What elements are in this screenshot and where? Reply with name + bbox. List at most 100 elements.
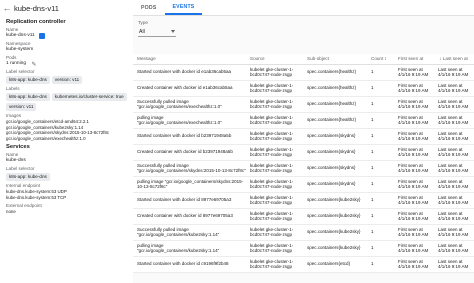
- message-cell: Started container with docker id b239719…: [133, 128, 246, 145]
- table-row: Created container with docker id e1ab36c…: [133, 80, 474, 97]
- table-row: Started container with docker id e1ab36c…: [133, 64, 474, 81]
- details-panel: ← kube-dns-v11 Replication controller Na…: [0, 0, 133, 283]
- sort-icon: ↕: [384, 55, 387, 62]
- message-cell: pulling image "gcr.io/google_containers/…: [133, 176, 246, 193]
- message-cell: Successfully pulled image "gcr.io/google…: [133, 224, 246, 241]
- message-cell: pulling image "gcr.io/google_containers/…: [133, 240, 246, 257]
- source-cell: kubelet gke-cluster-1-bcd0c747-node-zsgp: [246, 240, 303, 257]
- name-value: kube-dns-v11: [6, 33, 35, 38]
- first-seen-cell: First seen at 4/1/16 9:19 AM: [394, 160, 434, 177]
- source-cell: kubelet gke-cluster-1-bcd0c747-node-zsgp: [246, 96, 303, 113]
- last-seen-cell: Last seen at 4/1/16 9:19 AM: [434, 160, 474, 177]
- last-seen-cell: Last seen at 4/1/16 9:19 AM: [434, 96, 474, 113]
- events-table: Message Source Sub-object Count↕ First s…: [133, 54, 474, 273]
- table-row: pulling image "gcr.io/google_containers/…: [133, 240, 474, 257]
- message-cell: Successfully pulled image "gcr.io/google…: [133, 160, 246, 177]
- source-cell: kubelet gke-cluster-1-bcd0c747-node-zsgp: [246, 224, 303, 241]
- column-header[interactable]: Source: [246, 54, 303, 65]
- source-cell: kubelet gke-cluster-1-bcd0c747-node-zsgp: [246, 192, 303, 209]
- message-cell: Created container with docker id e1ab36c…: [133, 80, 246, 97]
- source-cell: kubelet gke-cluster-1-bcd0c747-node-zsgp: [246, 256, 303, 273]
- first-seen-cell: First seen at 4/1/16 9:19 AM: [394, 64, 434, 81]
- table-row: Started container with docker id 8977e69…: [133, 192, 474, 209]
- page-title: kube-dns-v11: [14, 3, 59, 13]
- replication-controller-section: Replication controller Name kube-dns-v11…: [0, 19, 133, 214]
- sort-down-icon: ↓: [439, 55, 442, 62]
- header-bar: ← kube-dns-v11: [0, 0, 133, 16]
- subobject-cell: spec.containers{skydns}: [303, 160, 367, 177]
- message-cell: Created container with docker id 8977e69…: [133, 208, 246, 225]
- subobject-cell: spec.containers{kube2sky}: [303, 192, 367, 209]
- table-header: Message Source Sub-object Count↕ First s…: [133, 54, 474, 65]
- dropdown-caret-icon: [171, 30, 175, 33]
- label-chip: k8s-app: kube-dns: [6, 76, 50, 84]
- subobject-cell: spec.containers{kube2sky}: [303, 224, 367, 241]
- endpoint-value: kube-dns.kube-system:53 TCP: [6, 194, 67, 200]
- message-cell: Successfully pulled image "gcr.io/google…: [133, 96, 246, 113]
- first-seen-cell: First seen at 4/1/16 9:19 AM: [394, 224, 434, 241]
- message-cell: Started container with docker id c9196f9…: [133, 256, 246, 273]
- subobject-cell: spec.containers{skydns}: [303, 144, 367, 161]
- first-seen-cell: First seen at 4/1/16 9:19 AM: [394, 176, 434, 193]
- type-filter-label: Type: [138, 20, 148, 25]
- table-row: Started container with docker id c9196f9…: [133, 256, 474, 273]
- image-item: gcr.io/google_containers/exechealthz:1.0: [6, 135, 86, 141]
- label-chip: k8s-app: kube-dns: [6, 173, 50, 182]
- source-cell: kubelet gke-cluster-1-bcd0c747-node-zsgp: [246, 208, 303, 225]
- last-seen-cell: Last seen at 4/1/16 9:19 AM: [434, 224, 474, 241]
- last-seen-cell: Last seen at 4/1/16 9:19 AM: [434, 128, 474, 145]
- table-row: Created container with docker id 8977e69…: [133, 208, 474, 225]
- back-arrow-icon[interactable]: ←: [2, 3, 12, 13]
- column-header[interactable]: Sub-object: [303, 54, 367, 65]
- first-seen-cell: First seen at 4/1/16 9:19 AM: [394, 208, 434, 225]
- table-row: Started container with docker id b239719…: [133, 128, 474, 145]
- events-panel: PODS EVENTS Type All Message Source Sub-…: [133, 0, 474, 283]
- first-seen-cell: First seen at 4/1/16 9:19 AM: [394, 144, 434, 161]
- type-select-value: All: [139, 28, 145, 35]
- last-seen-cell: Last seen at 4/1/16 9:19 AM: [434, 240, 474, 257]
- count-cell: 1: [367, 208, 394, 225]
- count-cell: 1: [367, 96, 394, 113]
- subobject-cell: spec.containers{healthz}: [303, 96, 367, 113]
- first-seen-cell: First seen at 4/1/16 9:19 AM: [394, 192, 434, 209]
- last-seen-cell: Last seen at 4/1/16 9:19 AM: [434, 64, 474, 81]
- count-cell: 1: [367, 240, 394, 257]
- count-cell: 1: [367, 64, 394, 81]
- column-header[interactable]: ↓ Last seen at: [434, 54, 474, 65]
- source-cell: kubelet gke-cluster-1-bcd0c747-node-zsgp: [246, 144, 303, 161]
- first-seen-cell: First seen at 4/1/16 9:19 AM: [394, 128, 434, 145]
- last-seen-cell: Last seen at 4/1/16 9:19 AM: [434, 192, 474, 209]
- count-cell: 1: [367, 176, 394, 193]
- services-title: Services: [6, 144, 30, 151]
- column-header[interactable]: First seen at: [394, 54, 434, 65]
- delete-icon[interactable]: [38, 33, 45, 39]
- source-cell: kubelet gke-cluster-1-bcd0c747-node-zsgp: [246, 64, 303, 81]
- source-cell: kubelet gke-cluster-1-bcd0c747-node-zsgp: [246, 112, 303, 129]
- message-cell: Started container with docker id 8977e69…: [133, 192, 246, 209]
- edit-icon[interactable]: ✎: [31, 61, 37, 68]
- message-cell: Created container with docker id b239719…: [133, 144, 246, 161]
- subobject-cell: spec.containers{healthz}: [303, 112, 367, 129]
- table-row: Successfully pulled image "gcr.io/google…: [133, 96, 474, 113]
- count-cell: 1: [367, 192, 394, 209]
- table-row: pulling image "gcr.io/google_containers/…: [133, 112, 474, 129]
- tab-pods[interactable]: PODS: [133, 0, 165, 15]
- first-seen-cell: First seen at 4/1/16 9:19 AM: [394, 240, 434, 257]
- count-cell: 1: [367, 256, 394, 273]
- last-seen-cell: Last seen at 4/1/16 9:19 AM: [434, 176, 474, 193]
- count-cell: 1: [367, 144, 394, 161]
- subobject-cell: spec.containers{healthz}: [303, 64, 367, 81]
- last-seen-cell: Last seen at 4/1/16 9:19 AM: [434, 256, 474, 273]
- label-selector-label: Label selector: [6, 69, 35, 74]
- label-chip: version: v11: [6, 103, 37, 111]
- column-header[interactable]: Count↕: [367, 54, 394, 65]
- labels-label: Labels: [6, 86, 20, 91]
- tab-events[interactable]: EVENTS: [164, 0, 203, 15]
- external-endpoint-value: none: [6, 208, 16, 214]
- count-header-label: Count: [371, 55, 384, 61]
- source-cell: kubelet gke-cluster-1-bcd0c747-node-zsgp: [246, 176, 303, 193]
- column-header[interactable]: Message: [133, 54, 246, 65]
- type-select[interactable]: All: [138, 27, 176, 37]
- subobject-cell: spec.containers{healthz}: [303, 80, 367, 97]
- subobject-cell: spec.containers{etcd}: [303, 256, 367, 273]
